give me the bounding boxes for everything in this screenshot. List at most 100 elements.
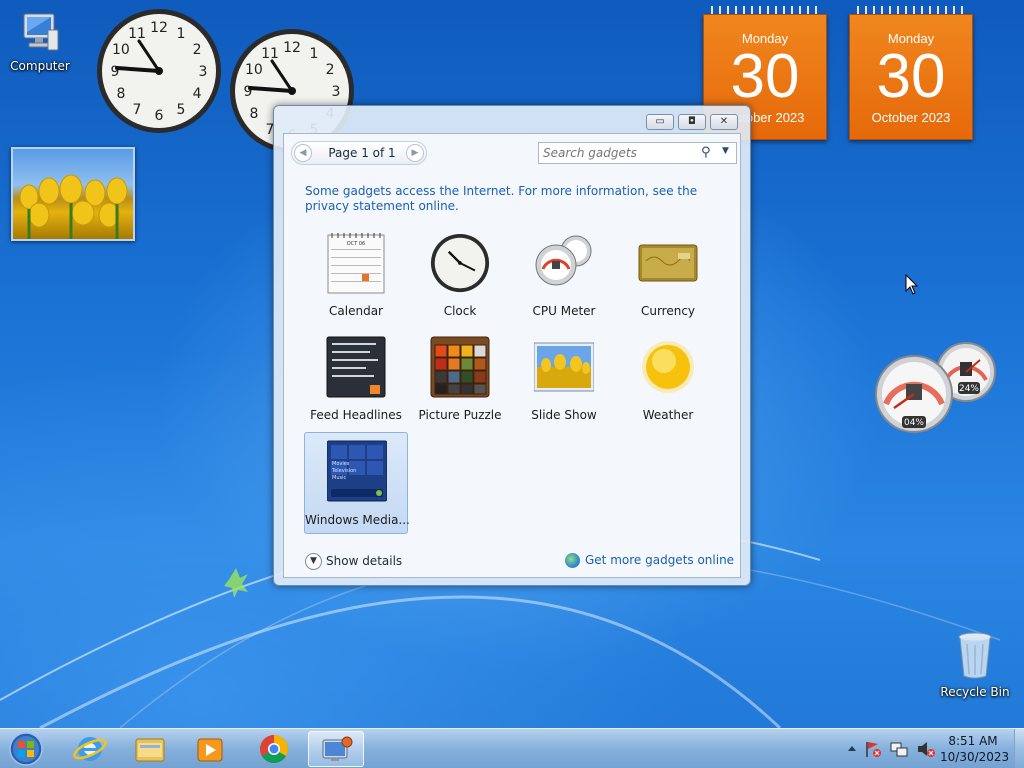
gadget-cpu-meter[interactable]: CPU Meter [512,231,616,333]
taskbar-date: 10/30/2023 [940,750,1010,764]
computer-icon [23,13,59,51]
gadgets-button[interactable] [308,731,364,767]
recycle-bin-label: Recycle Bin [940,685,1010,699]
media-thumb-line: Television [331,468,356,474]
slideshow-gadget[interactable] [11,147,135,241]
clock-numeral: 1 [310,46,319,62]
volume-muted-icon [918,742,935,757]
gadget-calendar[interactable]: OCT 06 Calendar [304,231,408,333]
clock-numeral: 10 [245,62,263,78]
clock-numeral: 11 [261,46,279,62]
clock-numeral: 4 [193,86,202,102]
calendar-body: Monday 30 October 2023 [849,14,973,140]
search-input[interactable] [543,145,693,161]
clock-thumb-icon [430,233,490,293]
clock-numeral: 8 [249,106,258,122]
internet-explorer-icon [73,737,107,761]
calendar-date: 30 [876,42,946,111]
gadget-clock[interactable]: Clock [408,231,512,333]
show-details-label: Show details [326,554,403,568]
clock-numeral: 2 [193,42,202,58]
calendar-gadget-2[interactable]: Monday 30 October 2023 [849,6,973,140]
pager: ◀ Page 1 of 1 ▶ [291,141,427,165]
privacy-notice-link[interactable]: Some gadgets access the Internet. For mo… [305,184,725,214]
cpu-meter-gadget[interactable]: 04% 24% [874,340,1000,436]
gallery-content: ◀ Page 1 of 1 ▶ ⚲ ▼ Some gadgets access … [283,133,741,578]
media-thumb-line: Music [332,475,346,481]
clock-numeral: 10 [112,42,130,58]
gadget-label: Weather [642,408,694,422]
action-center-flag-icon [866,742,881,757]
minimize-button[interactable]: ▭ [646,114,674,130]
weather-sun-icon [642,341,694,393]
clock-numeral: 2 [326,62,335,78]
start-button[interactable] [6,731,46,767]
calendar-thumb-icon: OCT 06 [327,233,385,294]
calendar-thumb-month: OCT 06 [347,241,365,247]
file-explorer-icon [135,738,165,762]
chevron-down-icon: ▼ [305,553,322,570]
pager-label: Page 1 of 1 [328,146,396,160]
get-more-gadgets-link[interactable]: Get more gadgets online [565,553,734,568]
computer-label: Computer [10,59,70,73]
clock-gadget[interactable]: 12 1234567891011 [95,7,223,135]
memory-percent: 24% [959,384,979,394]
taskbar-time: 8:51 AM [948,734,998,748]
recycle-bin-desktop-icon[interactable]: Recycle Bin [935,630,1015,699]
internet-explorer-button[interactable] [62,731,118,767]
search-box[interactable]: ⚲ ▼ [538,142,737,164]
mouse-cursor [905,274,919,295]
chrome-icon [260,735,288,763]
clock-numeral: 12 [150,20,168,36]
clock-numeral: 1 [177,26,186,42]
media-player-button[interactable] [182,731,238,767]
close-button[interactable]: ✕ [710,114,738,130]
gadget-slide-show[interactable]: Slide Show [512,335,616,437]
prev-page-button[interactable]: ◀ [294,144,312,162]
clock-numeral: 5 [177,102,186,118]
cpu-meter-thumb-icon [535,235,592,286]
show-details-toggle[interactable]: ▼ Show details [305,553,402,570]
tulip-photo [19,174,128,239]
gadget-picture-puzzle[interactable]: Picture Puzzle [408,335,512,437]
gadget-label: Picture Puzzle [418,408,502,422]
gadget-currency[interactable]: Currency [616,231,720,333]
taskbar: 8:51 AM 10/30/2023 [0,728,1024,768]
gadget-label: Currency [640,304,696,318]
show-desktop-button[interactable] [1014,729,1024,768]
file-explorer-button[interactable] [122,731,178,767]
network-icon [890,742,908,757]
media-thumb-line: Movies [332,461,350,467]
media-player-icon [197,738,223,762]
computer-desktop-icon[interactable]: Computer [0,10,80,73]
gadget-label: Feed Headlines [310,408,402,422]
clock-numeral: 3 [199,64,208,80]
clock-numeral: 12 [283,40,301,56]
search-icon[interactable]: ⚲ [701,145,711,160]
tray-icons [848,742,935,757]
gadget-feed-headlines[interactable]: Feed Headlines [304,335,408,437]
taskbar-clock[interactable]: 8:51 AM 10/30/2023 [940,733,1010,765]
slide-show-thumb-icon [534,342,594,392]
cpu-percent: 04% [904,418,924,428]
gadget-windows-media-center[interactable]: Movies Television Music Windows Media... [304,432,409,534]
gadget-label: Calendar [329,304,383,318]
picture-puzzle-thumb-icon [430,336,490,398]
currency-thumb-icon [638,244,698,282]
restore-button[interactable]: ◘ [678,114,706,130]
gadget-gallery-window[interactable]: ▭ ◘ ✕ ◀ Page 1 of 1 ▶ ⚲ ▼ Some gadgets a… [273,105,751,586]
clock-numeral: 7 [133,102,142,118]
clock-numeral: 6 [155,108,164,124]
clock-numeral: 3 [332,84,341,100]
get-more-label: Get more gadgets online [585,553,735,567]
gadget-label: Slide Show [531,408,597,422]
chrome-button[interactable] [246,731,302,767]
gadget-weather[interactable]: Weather [616,335,720,437]
chevron-down-icon[interactable]: ▼ [722,146,729,156]
next-page-button[interactable]: ▶ [406,144,424,162]
system-tray [845,737,945,761]
clock-numeral: 8 [116,86,125,102]
calendar-date: 30 [730,42,800,111]
globe-icon [565,553,580,568]
gadget-label: CPU Meter [532,304,596,318]
